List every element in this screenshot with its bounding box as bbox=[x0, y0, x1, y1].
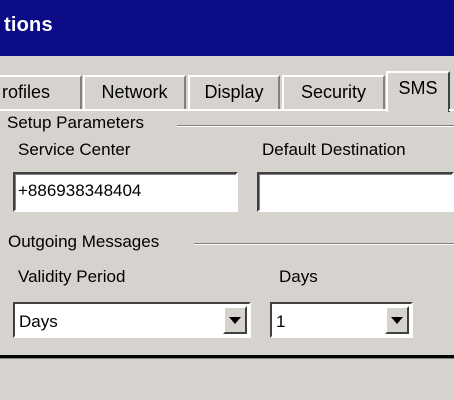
tab-display-label: Display bbox=[204, 82, 264, 102]
tab-profiles-label: rofiles bbox=[2, 82, 51, 102]
title-bar: tions bbox=[0, 0, 454, 56]
tab-network-label: Network bbox=[101, 82, 168, 102]
setup-parameters-group-label: Setup Parameters bbox=[7, 113, 145, 132]
days-value: 1 bbox=[276, 312, 286, 331]
validity-period-label: Validity Period bbox=[18, 267, 126, 286]
tab-baseline-right bbox=[449, 109, 454, 111]
tab-sms[interactable]: SMS bbox=[386, 71, 450, 112]
days-label: Days bbox=[279, 267, 318, 286]
service-center-input[interactable]: +886938348404 bbox=[13, 172, 238, 212]
setup-group-divider bbox=[177, 125, 454, 127]
outgoing-messages-group-label: Outgoing Messages bbox=[8, 232, 160, 251]
tab-display[interactable]: Display bbox=[188, 75, 280, 109]
bottom-divider-shadow bbox=[0, 358, 454, 359]
tab-network[interactable]: Network bbox=[83, 75, 186, 109]
validity-period-select[interactable]: Days bbox=[13, 302, 251, 338]
chevron-down-icon bbox=[391, 317, 403, 324]
service-center-label: Service Center bbox=[18, 140, 131, 159]
tab-security[interactable]: Security bbox=[282, 75, 385, 109]
validity-dropdown-button[interactable] bbox=[223, 306, 247, 334]
window-title: tions bbox=[4, 14, 53, 36]
default-destination-label: Default Destination bbox=[262, 140, 406, 159]
days-dropdown-button[interactable] bbox=[385, 306, 409, 334]
validity-period-value: Days bbox=[19, 312, 58, 331]
tab-security-label: Security bbox=[300, 82, 367, 102]
tab-baseline bbox=[0, 109, 387, 111]
chevron-down-icon bbox=[229, 317, 241, 324]
default-destination-input[interactable] bbox=[257, 172, 454, 212]
tab-sms-label: SMS bbox=[398, 78, 438, 98]
tab-profiles[interactable]: rofiles bbox=[0, 75, 82, 109]
days-select[interactable]: 1 bbox=[270, 302, 413, 338]
outgoing-group-divider bbox=[194, 243, 454, 245]
